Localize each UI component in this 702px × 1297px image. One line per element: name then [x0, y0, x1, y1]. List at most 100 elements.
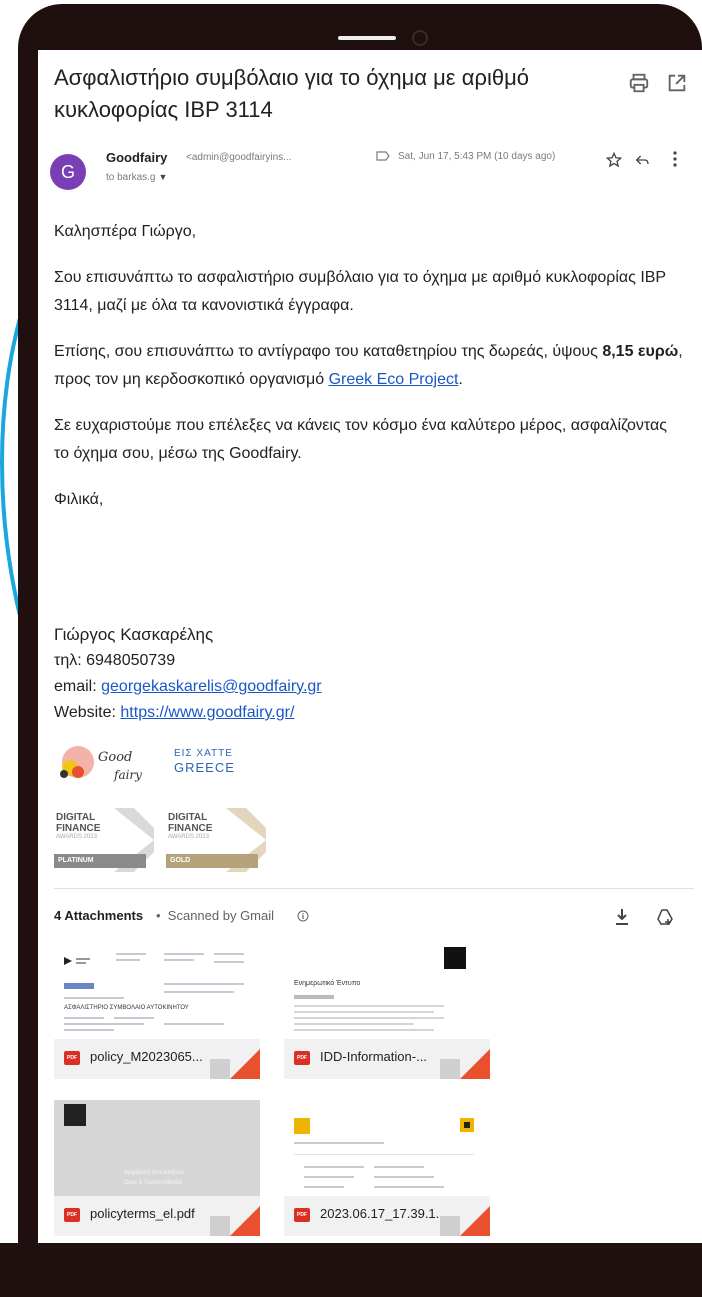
reply-icon[interactable]	[634, 152, 650, 168]
attachment-thumbnail	[284, 1100, 490, 1196]
award-badges: DIGITAL FINANCE AWARDS 2023 PLATINUM DIGI…	[54, 808, 274, 872]
chevron-down-icon: ▼	[158, 172, 168, 182]
label-icon[interactable]	[376, 151, 390, 161]
phone-label: τηλ:	[54, 652, 87, 669]
document-preview	[294, 1118, 474, 1188]
attachment-card[interactable]: PDF 2023.06.17_17.39.1...	[284, 1100, 490, 1236]
attachments-count: 4 Attachments	[54, 908, 144, 923]
signature-name: Γιώργος Κασκαρέλης	[54, 625, 214, 644]
greece-logo-text-2: GREECE	[174, 760, 235, 775]
email-body: Καλησπέρα Γιώργο, Σου επισυνάπτω το ασφα…	[54, 218, 684, 532]
pdf-icon: PDF	[64, 1051, 80, 1065]
attachment-footer: PDF 2023.06.17_17.39.1...	[284, 1196, 490, 1236]
email-label: email:	[54, 678, 102, 695]
sender-email: <admin@goodfairyins...	[186, 152, 292, 163]
info-icon[interactable]	[297, 910, 309, 922]
award-subtitle: AWARDS 2023	[168, 834, 209, 840]
sender-name[interactable]: Goodfairy	[106, 150, 167, 165]
email-date: Sat, Jun 17, 5:43 PM (10 days ago)	[398, 151, 556, 162]
signature-phone: τηλ: 6948050739	[54, 648, 654, 674]
attachment-footer: PDF policyterms_el.pdf	[54, 1196, 260, 1236]
p2-text-before: Επίσης, σου επισυνάπτω το αντίγραφο του …	[54, 343, 603, 360]
attachment-card[interactable]: Ενημερωτικό Έντυπο PDF IDD-Information-.…	[284, 943, 490, 1079]
attachment-card[interactable]: ΑΣΦΑΛΙΣΤΗΡΙΟ ΣΥΜΒΟΛΑΙΟ ΑΥΤΟΚΙΝΗΤΟΥ PDF p…	[54, 943, 260, 1079]
sender-avatar[interactable]: G	[50, 154, 86, 190]
sender-row: G Goodfairy <admin@goodfairyins... Sat, …	[50, 146, 700, 196]
attachment-thumbnail: ΑΣΦΑΛΙΣΤΗΡΙΟ ΣΥΜΒΟΛΑΙΟ ΑΥΤΟΚΙΝΗΤΟΥ	[54, 943, 260, 1039]
speaker-bar	[338, 36, 396, 40]
document-preview: Ενημερωτικό Έντυπο	[294, 947, 466, 1031]
pdf-corner-icon	[230, 1206, 260, 1236]
attachment-thumbnail: Ασφάλιση Αυτοκινήτου Όροι & Προϋποθέσεις	[54, 1100, 260, 1196]
goodfairy-logo-text-2: fairy	[114, 768, 142, 782]
attachment-footer: PDF policy_M2023065...	[54, 1039, 260, 1079]
phone-bottom-bezel	[0, 1243, 702, 1297]
pdf-corner-icon	[460, 1049, 490, 1079]
award-gold: DIGITAL FINANCE AWARDS 2023 GOLD	[166, 808, 266, 872]
star-icon[interactable]	[606, 152, 622, 168]
document-preview: Ασφάλιση Αυτοκινήτου Όροι & Προϋποθέσεις	[64, 1104, 184, 1186]
camera-icon	[412, 30, 428, 46]
pdf-corner-icon	[460, 1206, 490, 1236]
thumbnail-subtitle: Όροι & Προϋποθέσεις	[123, 1179, 183, 1186]
pdf-icon: PDF	[64, 1208, 80, 1222]
website-label: Website:	[54, 704, 121, 721]
donation-amount: 8,15 ευρώ	[602, 343, 679, 360]
scanned-label: Scanned by Gmail	[167, 908, 275, 923]
goodfairy-logo-text-1: Good	[98, 750, 133, 765]
pdf-icon: PDF	[294, 1208, 310, 1222]
recipient-dropdown[interactable]: to barkas.g ▼	[106, 172, 167, 183]
award-tier: GOLD	[166, 854, 258, 868]
award-tier: PLATINUM	[54, 854, 146, 868]
signature-logos: Good fairy ΕΙΣ ΧΑΤΤΕ GREECE	[54, 744, 294, 794]
goodfairy-logo: Good fairy	[54, 744, 154, 786]
document-preview: ΑΣΦΑΛΙΣΤΗΡΙΟ ΣΥΜΒΟΛΑΙΟ ΑΥΤΟΚΙΝΗΤΟΥ	[64, 953, 244, 1031]
body-paragraph-2: Επίσης, σου επισυνάπτω το αντίγραφο του …	[54, 338, 684, 394]
closing: Φιλικά,	[54, 491, 104, 508]
subject-row: Ασφαλιστήριο συμβόλαιο για το όχημα με α…	[54, 62, 694, 132]
greek-eco-project-link[interactable]: Greek Eco Project	[329, 371, 459, 388]
open-in-new-icon[interactable]	[666, 72, 688, 94]
award-title: DIGITAL FINANCE	[56, 812, 101, 834]
body-paragraph-3: Σε ευχαριστούμε που επέλεξες να κάνεις τ…	[54, 417, 667, 462]
print-icon[interactable]	[628, 72, 650, 94]
signature-email-link[interactable]: georgekaskarelis@goodfairy.gr	[101, 678, 322, 695]
attachment-name: policyterms_el.pdf	[90, 1206, 195, 1221]
recipient-text: to barkas.g	[106, 172, 156, 183]
award-title: DIGITAL FINANCE	[168, 812, 213, 834]
award-subtitle: AWARDS 2023	[56, 834, 97, 840]
signature-website: Website: https://www.goodfairy.gr/	[54, 700, 654, 726]
corner-shadow	[210, 1059, 230, 1079]
attachments-divider	[54, 888, 694, 889]
attachment-thumbnail: Ενημερωτικό Έντυπο	[284, 943, 490, 1039]
email-screen: Ασφαλιστήριο συμβόλαιο για το όχημα με α…	[38, 50, 702, 1243]
scanned-by-gmail: • Scanned by Gmail	[156, 908, 274, 923]
signature-email: email: georgekaskarelis@goodfairy.gr	[54, 674, 654, 700]
download-icon[interactable]	[614, 908, 630, 926]
pdf-corner-icon	[230, 1049, 260, 1079]
attachments-header: 4 Attachments • Scanned by Gmail	[54, 906, 694, 930]
endeavor-greece-logo: ΕΙΣ ΧΑΤΤΕ GREECE	[174, 748, 264, 778]
signature-website-link[interactable]: https://www.goodfairy.gr/	[120, 704, 294, 721]
corner-shadow	[440, 1059, 460, 1079]
thumbnail-title: Ασφάλιση Αυτοκινήτου	[124, 1169, 184, 1176]
greeting: Καλησπέρα Γιώργο,	[54, 223, 197, 240]
attachment-name: 2023.06.17_17.39.1...	[320, 1206, 447, 1221]
email-subject: Ασφαλιστήριο συμβόλαιο για το όχημα με α…	[54, 65, 529, 122]
thumbnail-heading: ΑΣΦΑΛΙΣΤΗΡΙΟ ΣΥΜΒΟΛΑΙΟ ΑΥΤΟΚΙΝΗΤΟΥ	[64, 1005, 189, 1011]
attachment-card[interactable]: Ασφάλιση Αυτοκινήτου Όροι & Προϋποθέσεις…	[54, 1100, 260, 1236]
phone-number: 6948050739	[86, 652, 176, 669]
corner-shadow	[210, 1216, 230, 1236]
corner-shadow	[440, 1216, 460, 1236]
attachment-name: policy_M2023065...	[90, 1049, 203, 1064]
award-platinum: DIGITAL FINANCE AWARDS 2023 PLATINUM	[54, 808, 154, 872]
body-paragraph-1: Σου επισυνάπτω το ασφαλιστήριο συμβόλαιο…	[54, 269, 666, 314]
p2-text-end: .	[458, 371, 463, 388]
fairy-icon	[60, 746, 94, 778]
separator-dot: •	[156, 908, 161, 923]
attachment-footer: PDF IDD-Information-...	[284, 1039, 490, 1079]
add-to-drive-icon[interactable]	[656, 908, 674, 926]
attachment-name: IDD-Information-...	[320, 1049, 427, 1064]
more-vert-icon[interactable]	[672, 150, 678, 168]
greece-logo-text-1: ΕΙΣ ΧΑΤΤΕ	[174, 748, 233, 759]
